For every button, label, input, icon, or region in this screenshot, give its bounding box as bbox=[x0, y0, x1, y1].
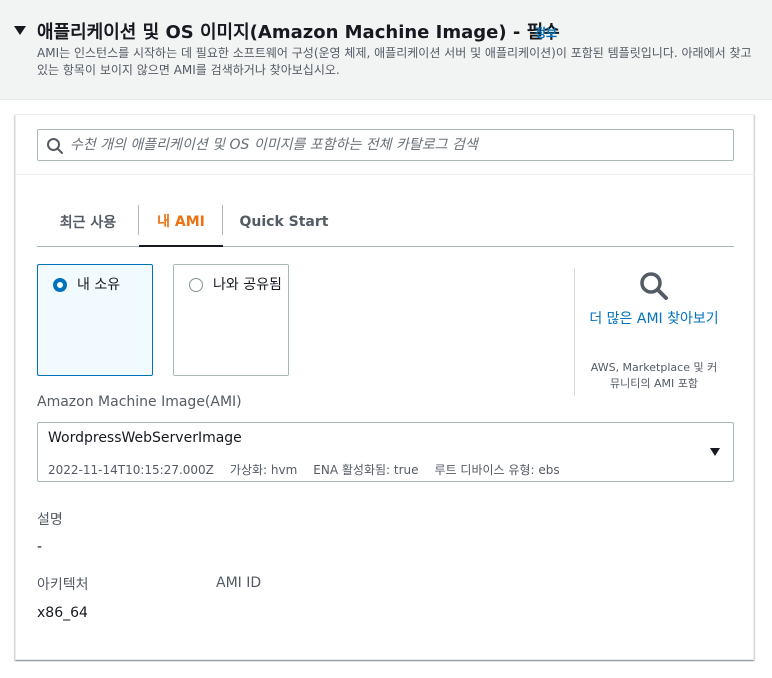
tab-recent[interactable]: 최근 사용 bbox=[37, 197, 139, 246]
shared-with-me-label: 나와 공유됨 bbox=[213, 277, 282, 293]
tab-quick-start[interactable]: Quick Start bbox=[223, 197, 345, 246]
ami-id-label: AMI ID bbox=[216, 575, 262, 591]
shared-with-me-radio[interactable] bbox=[189, 278, 203, 292]
section-header: 애플리케이션 및 OS 이미지(Amazon Machine Image) - … bbox=[0, 0, 772, 100]
architecture-label: 아키텍처 bbox=[37, 577, 89, 593]
ami-metadata: 2022-11-14T10:15:27.000Z 가상화: hvm ENA 활성화됨… bbox=[48, 461, 576, 478]
catalog-search-box[interactable] bbox=[37, 129, 734, 161]
ami-root-device-type: 루트 디바이스 유형: ebs bbox=[434, 463, 560, 477]
collapse-caret-icon[interactable] bbox=[14, 26, 26, 35]
ami-selection-panel: 최근 사용 내 AMI Quick Start 내 소유 나와 공유됨 더 많은… bbox=[15, 114, 755, 660]
info-link[interactable]: 정보 bbox=[535, 24, 557, 41]
owned-by-me-radio[interactable] bbox=[53, 278, 67, 292]
ami-source-tabs: 최근 사용 내 AMI Quick Start bbox=[37, 197, 734, 247]
ami-select-dropdown[interactable]: WordpressWebServerImage 2022-11-14T10:15… bbox=[37, 422, 734, 482]
ami-virtualization: 가상화: hvm bbox=[229, 463, 298, 477]
search-icon bbox=[47, 138, 63, 154]
description-value: - bbox=[37, 539, 43, 555]
section-title: 애플리케이션 및 OS 이미지(Amazon Machine Image) - … bbox=[37, 22, 560, 43]
ami-field-label: Amazon Machine Image(AMI) bbox=[37, 394, 242, 410]
chevron-down-icon bbox=[710, 448, 720, 456]
shared-with-me-option[interactable]: 나와 공유됨 bbox=[173, 264, 289, 376]
tab-my-ami[interactable]: 내 AMI bbox=[139, 197, 223, 247]
architecture-value: x86_64 bbox=[37, 605, 88, 621]
catalog-search-input[interactable] bbox=[70, 130, 730, 160]
browse-more-amis-subtext: AWS, Marketplace 및 커뮤니티의 AMI 포함 bbox=[590, 361, 718, 390]
ami-creation-date: 2022-11-14T10:15:27.000Z bbox=[48, 463, 214, 477]
browse-more-amis-link[interactable]: 더 많은 AMI 찾아보기 bbox=[586, 309, 722, 330]
owned-by-me-label: 내 소유 bbox=[77, 277, 121, 293]
ami-ena-support: ENA 활성화됨: true bbox=[313, 463, 419, 477]
description-label: 설명 bbox=[37, 512, 63, 528]
ami-selected-name: WordpressWebServerImage bbox=[48, 430, 242, 446]
vertical-divider bbox=[574, 268, 575, 396]
section-description: AMI는 인스턴스를 시작하는 데 필요한 소프트웨어 구성(운영 체제, 애플… bbox=[37, 46, 752, 77]
owned-by-me-option[interactable]: 내 소유 bbox=[37, 264, 153, 376]
magnifier-icon[interactable] bbox=[638, 270, 670, 302]
catalog-search-row bbox=[16, 115, 755, 175]
